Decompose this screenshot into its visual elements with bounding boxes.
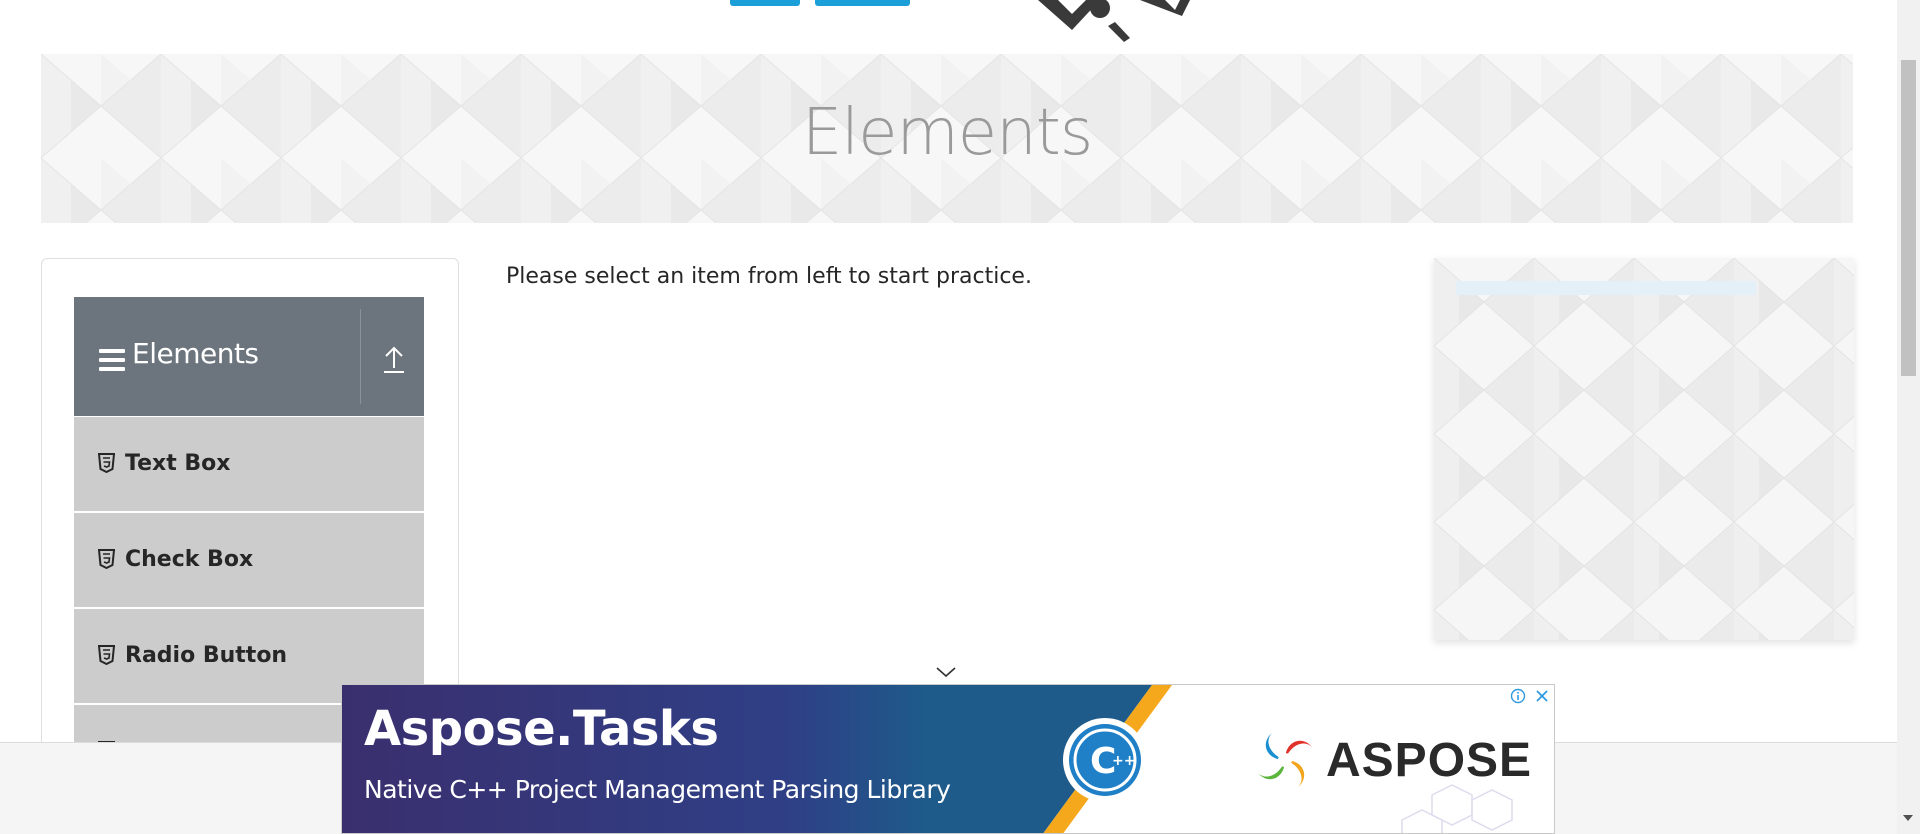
info-icon[interactable]: [1507, 685, 1529, 707]
sidebar-item-text-box[interactable]: Text Box: [74, 417, 424, 513]
practice-instruction: Please select an item from left to start…: [506, 264, 1032, 289]
card-pattern: [1434, 258, 1854, 640]
ad-controls: [1507, 685, 1553, 707]
sidebar-group-header-elements[interactable]: Elements: [74, 297, 424, 416]
ad-banner[interactable]: Aspose.Tasks Native C++ Project Manageme…: [341, 684, 1555, 834]
cpp-badge-icon: C ++: [1063, 718, 1147, 802]
loading-placeholder-bar: [1456, 281, 1756, 295]
page-scrollbar[interactable]: [1897, 0, 1920, 834]
chevron-down-icon[interactable]: [935, 665, 957, 679]
ad-subtitle: Native C++ Project Management Parsing Li…: [364, 775, 951, 804]
site-logo[interactable]: [720, 0, 1200, 44]
page-title: Elements: [801, 96, 1093, 170]
sidebar-item-label: Radio Button: [125, 643, 288, 668]
sidebar-item-label: Text Box: [125, 451, 231, 476]
sidebar-group-title: Elements: [132, 337, 259, 370]
html5-icon: [98, 645, 115, 665]
page-banner: Elements: [41, 54, 1853, 223]
close-icon[interactable]: [1531, 685, 1553, 707]
ad-title: Aspose.Tasks: [364, 701, 719, 757]
aspose-logo-icon: [1258, 733, 1312, 787]
ad-brand-name: ASPOSE: [1326, 734, 1533, 787]
hamburger-icon: [99, 349, 125, 371]
scroll-down-arrow-icon[interactable]: [1903, 815, 1913, 821]
html5-icon: [98, 549, 115, 569]
ad-placeholder-card: [1434, 258, 1854, 640]
sidebar-item-check-box[interactable]: Check Box: [74, 513, 424, 609]
upload-arrow-icon[interactable]: [382, 344, 406, 374]
scrollbar-thumb[interactable]: [1901, 60, 1916, 376]
html5-icon: [98, 453, 115, 473]
header-divider: [360, 309, 361, 404]
svg-text:++: ++: [1112, 753, 1135, 769]
sidebar-item-label: Check Box: [125, 547, 254, 572]
